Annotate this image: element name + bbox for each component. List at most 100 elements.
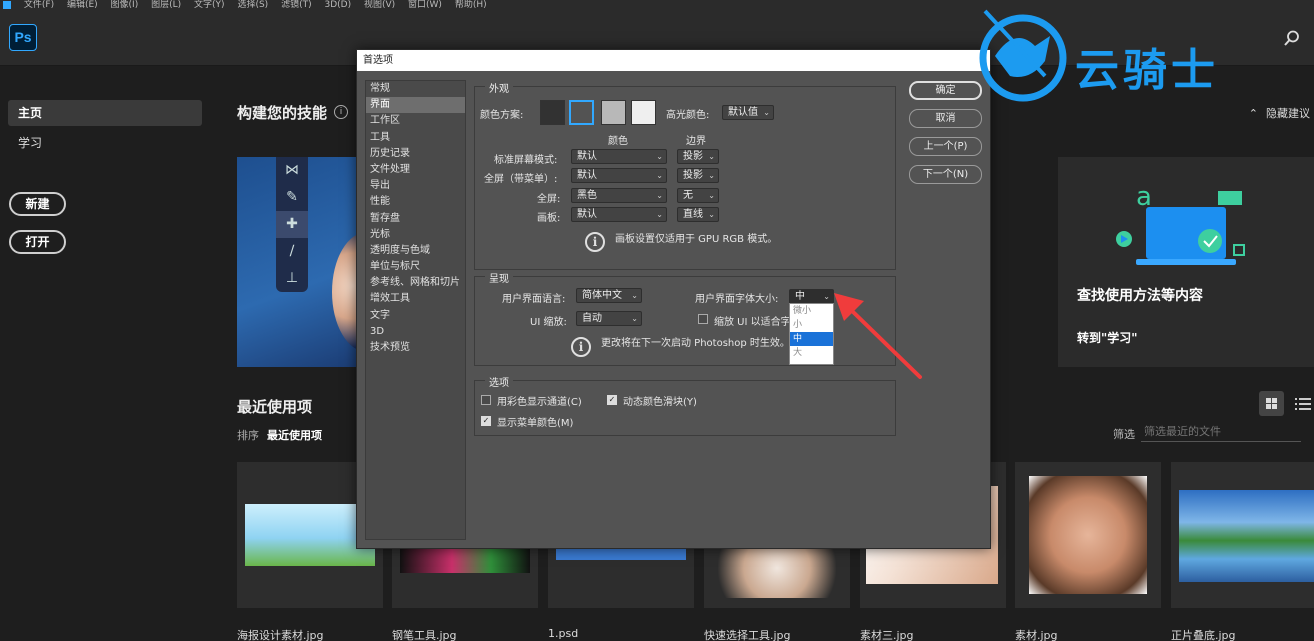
fullscreen-border-select[interactable]: 无 ⌄ (677, 188, 719, 203)
annotation-arrow-icon (834, 293, 922, 379)
category-performance[interactable]: 性能 (366, 194, 465, 210)
menu-help[interactable]: 帮助(H) (455, 0, 487, 10)
grid-view-icon[interactable] (1259, 391, 1284, 416)
chevron-down-icon: ⌄ (708, 210, 715, 219)
standard-screen-color-select[interactable]: 默认 ⌄ (571, 149, 667, 164)
recent-file-thumb[interactable] (1171, 462, 1314, 608)
help-card[interactable]: a 查找使用方法等内容 转到"学习" (1058, 157, 1314, 367)
fullscreen-menu-border-select[interactable]: 投影 ⌄ (677, 168, 719, 183)
scale-ui-checkbox[interactable] (698, 314, 708, 324)
standard-screen-border-select[interactable]: 投影 ⌄ (677, 149, 719, 164)
fullscreen-color-select[interactable]: 黑色 ⌄ (571, 188, 667, 203)
presentation-title: 呈现 (485, 270, 513, 285)
color-swatch-darkest[interactable] (540, 100, 565, 125)
next-button[interactable]: 下一个(N) (909, 165, 982, 184)
category-scratch-disks[interactable]: 暂存盘 (366, 211, 465, 227)
ui-language-select[interactable]: 简体中文 ⌄ (576, 288, 642, 303)
category-transparency[interactable]: 透明度与色域 (366, 243, 465, 259)
color-swatch-light[interactable] (601, 100, 626, 125)
dialog-title: 首选项 (357, 50, 990, 71)
category-list: 常规 界面 工作区 工具 历史记录 文件处理 导出 性能 暂存盘 光标 透明度与… (365, 80, 466, 540)
sort-dropdown[interactable]: 最近使用项 (267, 427, 322, 443)
category-plugins[interactable]: 增效工具 (366, 291, 465, 307)
color-swatch-lightest[interactable] (631, 100, 656, 125)
artboard-note: 画板设置仅适用于 GPU RGB 模式。 (615, 234, 778, 245)
ps-logo: Ps (9, 24, 37, 51)
thumb-image (1029, 476, 1147, 594)
color-swatch-dark[interactable] (569, 100, 594, 125)
list-view-icon[interactable] (1293, 395, 1311, 413)
tool-strip: ⋈ ✎ ✚ ∕ ⊥ (276, 157, 308, 292)
prev-button[interactable]: 上一个(P) (909, 137, 982, 156)
chevron-down-icon: ⌄ (708, 171, 715, 180)
menu-view[interactable]: 视图(V) (364, 0, 395, 10)
menu-edit[interactable]: 编辑(E) (67, 0, 98, 10)
highlight-color-value: 默认值 (728, 107, 758, 118)
select-value: 投影 (683, 151, 703, 162)
menu-window[interactable]: 窗口(W) (408, 0, 442, 10)
cancel-button[interactable]: 取消 (909, 109, 982, 128)
menu-3d[interactable]: 3D(D) (324, 0, 351, 10)
category-type[interactable]: 文字 (366, 308, 465, 324)
category-file-handling[interactable]: 文件处理 (366, 162, 465, 178)
category-guides-grid[interactable]: 参考线、网格和切片 (366, 275, 465, 291)
menu-image[interactable]: 图像(I) (111, 0, 139, 10)
sort-label: 排序 (237, 429, 259, 442)
chevron-down-icon: ⌄ (708, 191, 715, 200)
column-color-label: 颜色 (608, 136, 628, 147)
category-workspace[interactable]: 工作区 (366, 113, 465, 129)
category-export[interactable]: 导出 (366, 178, 465, 194)
info-icon[interactable]: i (334, 105, 348, 119)
recent-file-name[interactable]: 素材三.jpg (860, 627, 914, 641)
menu-select[interactable]: 选择(S) (237, 0, 268, 10)
ok-button[interactable]: 确定 (909, 81, 982, 100)
tutorial-card[interactable]: ⋈ ✎ ✚ ∕ ⊥ (237, 157, 365, 367)
recent-file-name[interactable]: 素材.jpg (1015, 627, 1058, 641)
category-cursors[interactable]: 光标 (366, 227, 465, 243)
column-border-label: 边界 (686, 136, 706, 147)
nav-home[interactable]: 主页 (8, 100, 202, 126)
hide-tips-label: 隐藏建议 (1266, 107, 1310, 120)
color-channels-checkbox[interactable] (481, 395, 491, 405)
dynamic-sliders-label: 动态颜色滑块(Y) (623, 397, 697, 408)
help-card-title: 查找使用方法等内容 (1077, 288, 1203, 304)
eyedropper-icon: ✎ (286, 189, 298, 205)
recent-file-name[interactable]: 1.psd (548, 627, 578, 640)
recent-file-thumb[interactable] (1015, 462, 1161, 608)
menu-colors-checkbox[interactable]: ✓ (481, 416, 491, 426)
highlight-color-select[interactable]: 默认值 ⌄ (722, 105, 774, 120)
category-tools[interactable]: 工具 (366, 130, 465, 146)
chevron-down-icon: ⌄ (631, 291, 638, 300)
restart-note: 更改将在下一次启动 Photoshop 时生效。 (601, 338, 790, 349)
chevron-down-icon: ⌄ (708, 152, 715, 161)
recent-file-name[interactable]: 正片叠底.jpg (1171, 627, 1236, 641)
recent-file-name[interactable]: 钢笔工具.jpg (392, 627, 457, 641)
category-3d[interactable]: 3D (366, 324, 465, 340)
recent-file-name[interactable]: 快速选择工具.jpg (704, 627, 791, 641)
filter-input[interactable] (1141, 422, 1301, 442)
chevron-down-icon: ⌄ (631, 314, 638, 323)
category-general[interactable]: 常规 (366, 81, 465, 97)
dynamic-sliders-checkbox[interactable]: ✓ (607, 395, 617, 405)
color-channels-label: 用彩色显示通道(C) (497, 397, 582, 408)
chevron-down-icon: ⌄ (656, 152, 663, 161)
ui-scale-select[interactable]: 自动 ⌄ (576, 311, 642, 326)
artboard-color-select[interactable]: 默认 ⌄ (571, 207, 667, 222)
menu-layer[interactable]: 图层(L) (151, 0, 181, 10)
category-units-rulers[interactable]: 单位与标尺 (366, 259, 465, 275)
fullscreen-menu-label: 全屏（带菜单）: (484, 174, 558, 185)
hide-tips-button[interactable]: ⌃ 隐藏建议 (1249, 105, 1310, 121)
artboard-border-select[interactable]: 直线 ⌄ (677, 207, 719, 222)
menu-file[interactable]: 文件(F) (24, 0, 54, 10)
fullscreen-menu-color-select[interactable]: 默认 ⌄ (571, 168, 667, 183)
new-button[interactable]: 新建 (9, 192, 66, 216)
help-card-link[interactable]: 转到"学习" (1077, 329, 1138, 346)
category-history[interactable]: 历史记录 (366, 146, 465, 162)
open-button[interactable]: 打开 (9, 230, 66, 254)
menu-type[interactable]: 文字(Y) (194, 0, 225, 10)
category-tech-preview[interactable]: 技术预览 (366, 340, 465, 356)
category-interface[interactable]: 界面 (366, 97, 465, 114)
recent-file-name[interactable]: 海报设计素材.jpg (237, 627, 324, 641)
nav-learn[interactable]: 学习 (8, 130, 202, 156)
menu-filter[interactable]: 滤镜(T) (281, 0, 312, 10)
